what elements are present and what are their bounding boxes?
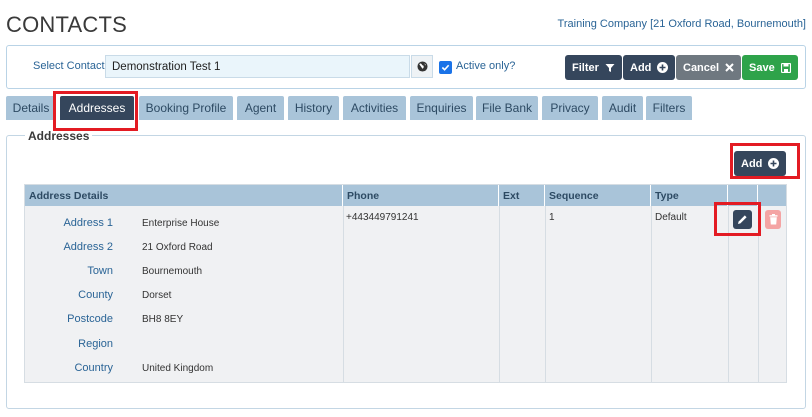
save-button[interactable]: Save [742, 55, 798, 80]
column-header: Ext [499, 185, 545, 206]
tab-label: Audit [608, 101, 637, 115]
column-header: Address Details [25, 185, 343, 206]
address-2-value: 21 Oxford Road [142, 242, 213, 253]
county-label: County [78, 289, 113, 301]
active-only-label: Active only? [456, 60, 516, 72]
address-2-label: Address 2 [63, 241, 113, 253]
column-header [758, 185, 788, 206]
save-button-label: Save [749, 61, 775, 74]
close-icon [725, 63, 734, 72]
globe-button[interactable] [411, 55, 433, 78]
delete-address-button[interactable] [765, 210, 781, 229]
country-value: United Kingdom [142, 363, 214, 374]
postcode-value: BH8 8EY [142, 314, 184, 325]
trash-icon [769, 214, 777, 225]
tab-enquiries[interactable]: Enquiries [410, 96, 473, 120]
tab-label: History [294, 101, 333, 115]
add-button-highlight [730, 143, 800, 179]
town-value: Bournemouth [142, 266, 203, 277]
column-divider [545, 206, 546, 383]
tab-filters[interactable]: Filters [646, 96, 692, 120]
filter-button[interactable]: Filter [565, 55, 622, 80]
address-1-label: Address 1 [63, 217, 113, 229]
tab-activities[interactable]: Activities [343, 96, 406, 120]
filter-icon [605, 63, 615, 72]
phone-cell: +443449791241 [346, 212, 419, 223]
cancel-button-label: Cancel [683, 61, 720, 74]
type-cell: Default [655, 212, 687, 223]
tab-privacy[interactable]: Privacy [542, 96, 598, 120]
tab-details[interactable]: Details [6, 96, 56, 120]
region-label: Region [78, 338, 113, 350]
column-header: Sequence [545, 185, 651, 206]
column-divider [499, 206, 500, 383]
filter-button-label: Filter [572, 61, 599, 74]
tab-booking-profile[interactable]: Booking Profile [139, 96, 233, 120]
addresses-tab-highlight [53, 91, 138, 131]
tab-label: Activities [350, 101, 399, 115]
town-label: Town [87, 265, 113, 277]
tab-audit[interactable]: Audit [602, 96, 643, 120]
check-icon [441, 64, 450, 71]
address-1-value: Enterprise House [142, 218, 220, 229]
sequence-cell: 1 [549, 212, 555, 223]
contact-bar: Select Contact Demonstration Test 1 Acti… [6, 45, 806, 89]
tab-label: Agent [244, 101, 277, 115]
cancel-button[interactable]: Cancel [676, 55, 742, 80]
contact-input[interactable]: Demonstration Test 1 [105, 55, 410, 78]
table-header: Address Details Phone Ext Sequence Type [25, 185, 786, 206]
company-link[interactable]: Training Company [21 Oxford Road, Bourne… [558, 18, 806, 30]
column-header: Phone [343, 185, 499, 206]
addresses-panel-title: Addresses [25, 129, 93, 143]
tab-file-bank[interactable]: File Bank [476, 96, 538, 120]
tab-history[interactable]: History [288, 96, 339, 120]
save-icon [780, 62, 791, 73]
contact-input-value: Demonstration Test 1 [112, 60, 221, 73]
add-contact-button-label: Add [630, 61, 652, 74]
tab-agent[interactable]: Agent [237, 96, 284, 120]
tab-label: Booking Profile [145, 101, 227, 115]
addresses-table: Address Details Phone Ext Sequence Type … [24, 184, 787, 383]
edit-button-highlight [714, 202, 761, 236]
country-label: Country [74, 362, 113, 374]
postcode-label: Postcode [67, 313, 113, 325]
add-contact-button[interactable]: Add [623, 55, 676, 80]
plus-circle-icon [657, 62, 669, 73]
county-value: Dorset [142, 290, 172, 301]
globe-icon [416, 61, 428, 72]
tab-label: Enquiries [416, 101, 467, 115]
tab-label: Privacy [550, 101, 590, 115]
tab-label: File Bank [481, 101, 533, 115]
active-only-checkbox[interactable] [439, 61, 452, 74]
column-divider [651, 206, 652, 383]
tab-label: Details [12, 101, 50, 115]
page-title: CONTACTS [6, 12, 127, 37]
tab-label: Filters [652, 101, 686, 115]
column-divider [343, 206, 344, 383]
select-contact-label: Select Contact [33, 60, 105, 72]
